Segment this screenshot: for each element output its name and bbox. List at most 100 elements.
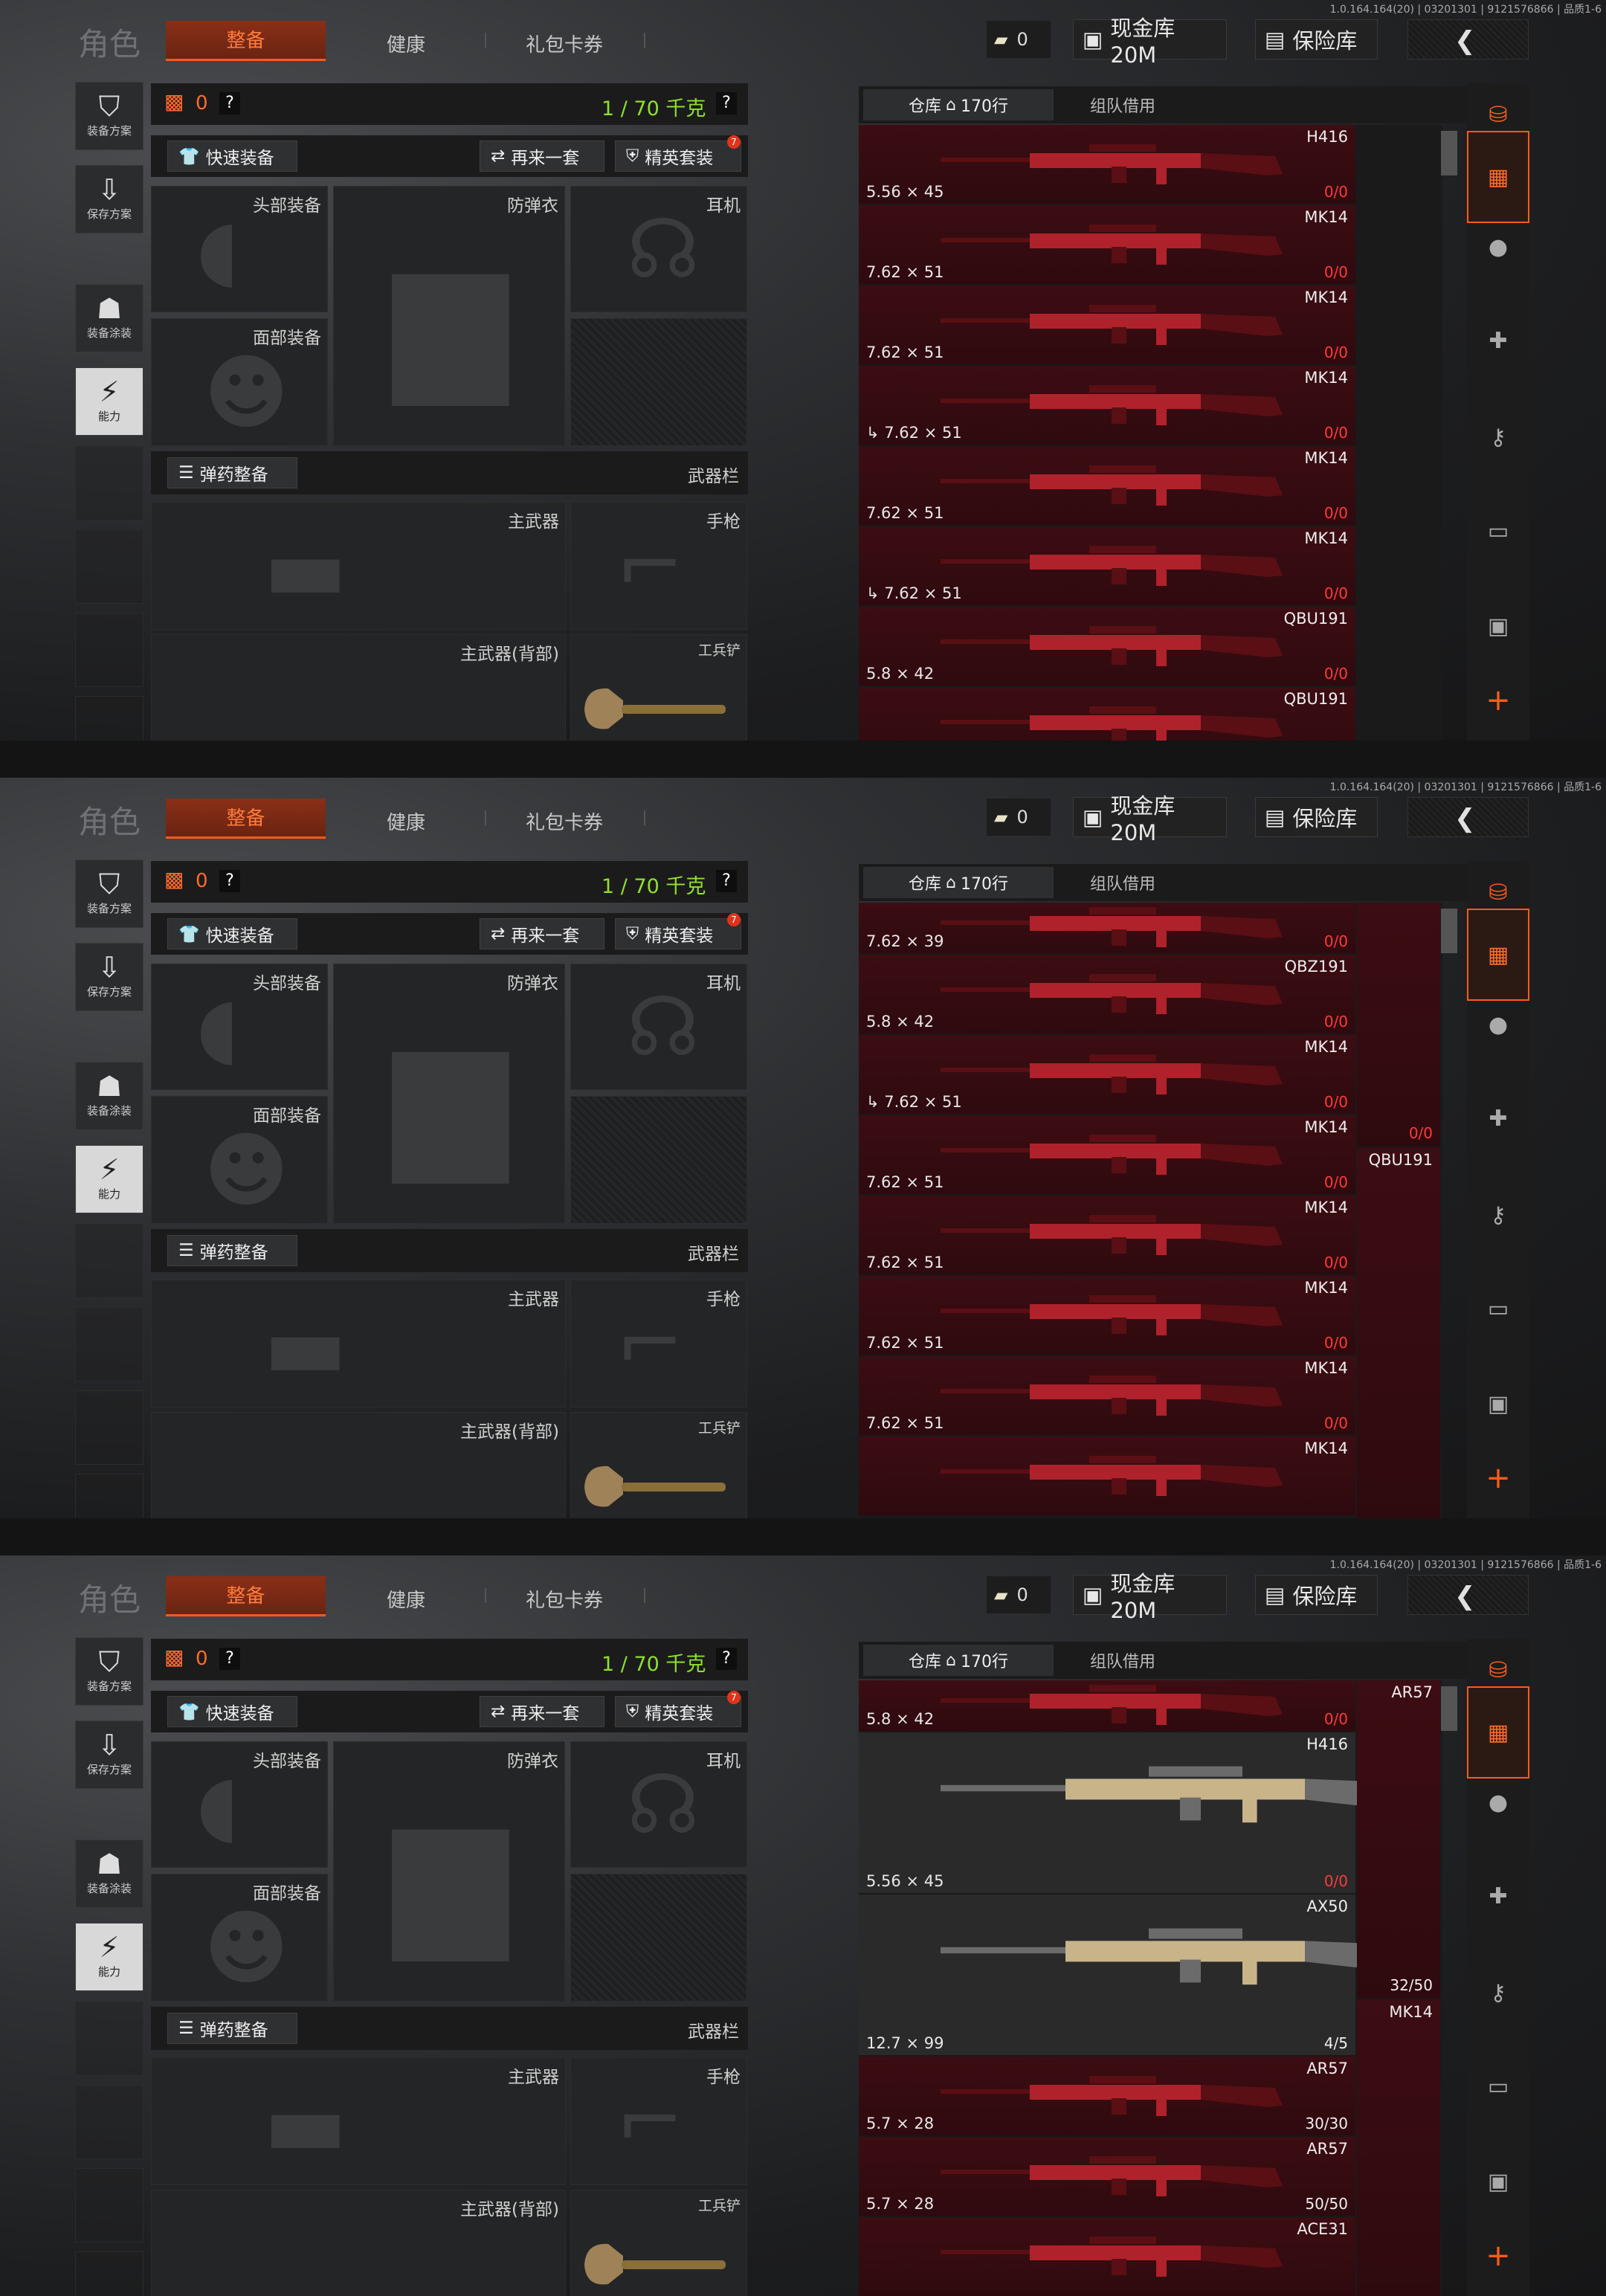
slot-pistol[interactable]: ⌐ 手枪 <box>570 502 747 630</box>
elite-set-button[interactable]: ⛨ 精英套装 <box>615 141 741 172</box>
storage-item-vertical[interactable]: MK14 <box>1357 2000 1440 2296</box>
storage-item[interactable]: AX50 12.7 × 99 4/5 <box>859 1894 1419 2057</box>
slot-head[interactable]: ◖ 头部装备 <box>151 186 328 312</box>
storage-item[interactable]: QBU191 5.8 × 42 0/0 <box>859 607 1355 687</box>
storage-scrollbar[interactable] <box>1441 1686 1457 1731</box>
tab-warehouse[interactable]: 仓库 ⌂ 170行 <box>863 89 1054 120</box>
quick-equip-button[interactable]: 👕 快速装备 <box>167 1696 297 1727</box>
slot-earphone[interactable]: ☊ 耳机 <box>570 186 747 312</box>
storage-item[interactable]: AR57 5.7 × 28 30/30 <box>859 2057 1355 2137</box>
slot-earphone[interactable]: ☊ 耳机 <box>570 964 747 1090</box>
quick-equip-button[interactable]: 👕 快速装备 <box>167 918 297 949</box>
tab-health[interactable]: 健康 <box>387 30 425 57</box>
help-icon[interactable]: ? <box>219 870 240 892</box>
ammo-refill-button[interactable]: ☰ 弹药整备 <box>167 2013 297 2044</box>
again-button[interactable]: ⇄ 再来一套 <box>480 918 604 949</box>
storage-item[interactable]: H416 5.56 × 45 0/0 <box>859 125 1355 205</box>
safe-button[interactable]: ▤ 保险库 <box>1255 1575 1378 1615</box>
nav-ability[interactable]: ⚡ 能力 <box>75 367 143 436</box>
help-icon[interactable]: ? <box>219 1648 240 1670</box>
grenade-icon[interactable]: ● <box>1467 993 1529 1056</box>
box-icon[interactable]: ▣ <box>1467 2150 1529 2213</box>
box-icon[interactable]: ▣ <box>1467 1373 1529 1435</box>
grenade-icon[interactable]: ● <box>1467 216 1529 278</box>
cash-vault-button[interactable]: ▣ 现金库 20M <box>1073 793 1227 845</box>
tab-team-borrow[interactable]: 组队借用 <box>1082 89 1164 120</box>
back-button[interactable]: ❮ <box>1407 19 1529 59</box>
slot-face[interactable]: ☻ 面部装备 <box>151 318 328 446</box>
storage-item-vertical[interactable]: 0/0 <box>1357 903 1440 1147</box>
nav-loadout-plan[interactable]: ⛉ 装备方案 <box>75 860 143 928</box>
slot-primary-weapon[interactable]: ▬ 主武器 <box>151 2057 566 2185</box>
nav-loadout-plan[interactable]: ⛉ 装备方案 <box>75 1637 143 1706</box>
storage-item[interactable]: MK14 7.62 × 51 0/0 <box>859 286 1355 366</box>
elite-set-button[interactable]: ⛨ 精英套装 <box>615 1696 741 1727</box>
slot-primary-weapon[interactable]: ▬ 主武器 <box>151 502 566 630</box>
ammo-refill-button[interactable]: ☰ 弹药整备 <box>167 457 297 488</box>
storage-item[interactable]: 5.8 × 42 0/0 <box>859 1680 1355 1732</box>
weight-help-icon[interactable]: ? <box>716 1648 737 1670</box>
backpack-icon[interactable]: ▦ <box>1467 131 1529 223</box>
nav-save-plan[interactable]: ⇩ 保存方案 <box>75 165 143 233</box>
safe-button[interactable]: ▤ 保险库 <box>1255 797 1378 837</box>
help-icon[interactable]: ? <box>219 92 240 115</box>
medkit-icon[interactable]: ✚ <box>1467 1087 1529 1149</box>
key-icon[interactable]: ⚷ <box>1467 1184 1529 1246</box>
key-icon[interactable]: ⚷ <box>1467 1961 1529 2024</box>
storage-item-vertical[interactable]: AR57 32/50 <box>1357 1680 1440 1999</box>
add-icon[interactable]: + <box>1467 669 1529 732</box>
nav-equipment-skin[interactable]: ☗ 装备涂装 <box>75 1839 143 1908</box>
storage-item[interactable]: MK14 7.62 × 51 0/0 <box>859 205 1355 286</box>
slot-primary-weapon[interactable]: ▬ 主武器 <box>151 1280 566 1407</box>
storage-item[interactable]: QBU191 <box>859 687 1355 741</box>
weight-help-icon[interactable]: ? <box>716 870 737 892</box>
storage-item[interactable]: MK14 ↳ 7.62 × 51 0/0 <box>859 1035 1355 1115</box>
nav-equipment-skin[interactable]: ☗ 装备涂装 <box>75 1062 143 1130</box>
cash-icon[interactable]: ▭ <box>1467 1277 1529 1340</box>
storage-item[interactable]: MK14 7.62 × 51 0/0 <box>859 1196 1355 1276</box>
tab-prepare[interactable]: 整备 <box>166 799 326 839</box>
again-button[interactable]: ⇄ 再来一套 <box>480 141 604 172</box>
grenade-icon[interactable]: ● <box>1467 1771 1529 1834</box>
slot-shovel[interactable]: 工兵铲 <box>570 1412 747 1518</box>
storage-item[interactable]: MK14 ↳ 7.62 × 51 0/0 <box>859 526 1355 607</box>
safe-button[interactable]: ▤ 保险库 <box>1255 19 1378 59</box>
weight-help-icon[interactable]: ? <box>716 92 737 115</box>
nav-ability[interactable]: ⚡ 能力 <box>75 1923 143 1991</box>
storage-item[interactable]: MK14 7.62 × 51 0/0 <box>859 1356 1355 1436</box>
back-button[interactable]: ❮ <box>1407 1575 1529 1615</box>
storage-scrollbar[interactable] <box>1441 909 1457 953</box>
tab-team-borrow[interactable]: 组队借用 <box>1082 1645 1164 1676</box>
again-button[interactable]: ⇄ 再来一套 <box>480 1696 604 1727</box>
tab-health[interactable]: 健康 <box>387 807 425 835</box>
slot-vest[interactable]: ▆ 防弹衣 <box>333 1741 565 2002</box>
slot-shovel[interactable]: 工兵铲 <box>570 2190 747 2296</box>
storage-item[interactable]: MK14 7.62 × 51 0/0 <box>859 1115 1355 1196</box>
tab-giftcards[interactable]: 礼包卡券 <box>526 1585 603 1613</box>
storage-item[interactable]: MK14 ↳ 7.62 × 51 0/0 <box>859 366 1355 446</box>
tab-giftcards[interactable]: 礼包卡券 <box>526 807 603 835</box>
slot-head[interactable]: ◖ 头部装备 <box>151 1741 328 1868</box>
nav-save-plan[interactable]: ⇩ 保存方案 <box>75 943 143 1011</box>
cash-vault-button[interactable]: ▣ 现金库 20M <box>1073 16 1227 68</box>
tab-giftcards[interactable]: 礼包卡券 <box>526 30 603 57</box>
tab-warehouse[interactable]: 仓库 ⌂ 170行 <box>863 867 1054 898</box>
tab-prepare[interactable]: 整备 <box>166 1576 326 1616</box>
cash-icon[interactable]: ▭ <box>1467 2055 1529 2118</box>
slot-vest[interactable]: ▆ 防弹衣 <box>333 964 565 1224</box>
storage-item[interactable]: QBZ191 5.8 × 42 0/0 <box>859 955 1355 1035</box>
storage-item[interactable]: AR57 5.7 × 28 50/50 <box>859 2137 1355 2217</box>
storage-item[interactable]: MK14 <box>859 1436 1355 1517</box>
medkit-icon[interactable]: ✚ <box>1467 1865 1529 1927</box>
box-icon[interactable]: ▣ <box>1467 595 1529 657</box>
storage-item[interactable]: 7.62 × 39 0/0 <box>859 903 1355 955</box>
add-icon[interactable]: + <box>1467 1447 1529 1509</box>
slot-primary-back[interactable]: 主武器(背部) <box>151 1412 566 1518</box>
slot-primary-back[interactable]: 主武器(背部) <box>151 2190 566 2296</box>
add-icon[interactable]: + <box>1467 2225 1529 2287</box>
backpack-icon[interactable]: ▦ <box>1467 1686 1529 1779</box>
key-icon[interactable]: ⚷ <box>1467 406 1529 468</box>
slot-pistol[interactable]: ⌐ 手枪 <box>570 1280 747 1407</box>
storage-item[interactable]: MK14 7.62 × 51 0/0 <box>859 1276 1355 1356</box>
nav-loadout-plan[interactable]: ⛉ 装备方案 <box>75 82 143 150</box>
